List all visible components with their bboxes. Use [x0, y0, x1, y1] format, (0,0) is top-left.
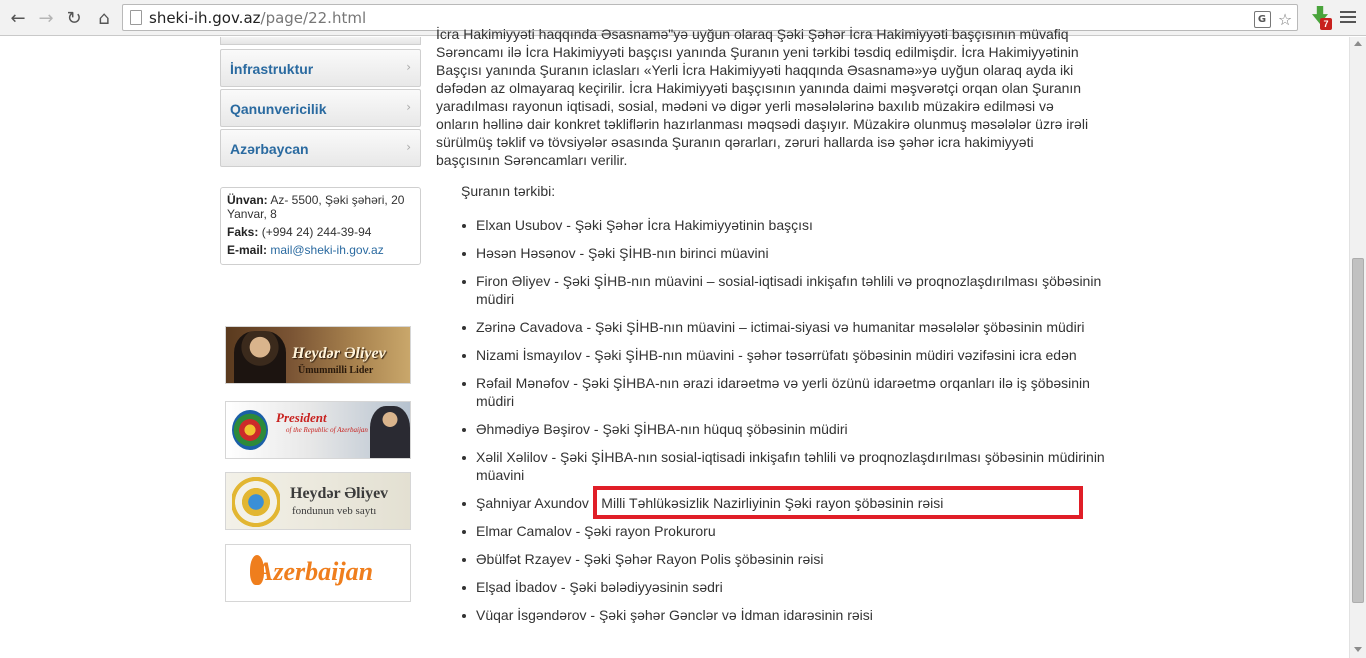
banner-subtitle: Ümummilli Lider [298, 365, 374, 376]
banner-title: President [276, 410, 327, 425]
council-members-list: Elxan Usubov - Şəki Şəhər İcra Hakimiyyə… [462, 216, 1122, 634]
scroll-up-arrow-icon[interactable] [1354, 41, 1362, 46]
heydar-aliyev-foundation-banner[interactable]: Heydər Əliyev fondunun veb saytı [225, 472, 411, 530]
council-heading: Şuranın tərkibi: [461, 183, 556, 199]
email-row: E-mail: mail@sheki-ih.gov.az [227, 243, 414, 257]
sidebar-item-label: Azərbaycan [230, 141, 309, 157]
intro-line: onların həllinə dair konkret təkliflərin… [436, 116, 1089, 132]
address-label: Ünvan: [227, 193, 268, 207]
foundation-logo-icon [232, 477, 280, 527]
chevron-right-icon: › [406, 60, 411, 74]
azerbaijan-banner[interactable]: Azerbaijan [225, 544, 411, 602]
intro-line: İcra Hakimiyyəti haqqında Əsasnamə"yə uy… [436, 26, 1069, 42]
home-icon[interactable]: ⌂ [92, 6, 116, 30]
address-row: Ünvan: Az- 5500, Şəki şəhəri, 20 Yanvar,… [227, 193, 414, 221]
extension-download-icon[interactable]: 7 [1310, 6, 1332, 30]
extension-badge: 7 [1320, 18, 1332, 30]
intro-line: sürülmüş təklif və tövsiyələr əsasında Ş… [436, 134, 1034, 150]
url-text[interactable]: sheki-ih.gov.az/page/22.html [149, 9, 366, 27]
president-photo [370, 406, 410, 458]
heydar-aliyev-banner[interactable]: Heydər Əliyev Ümummilli Lider [225, 326, 411, 384]
sidebar-item-azerbaycan[interactable]: Azərbaycan › [220, 129, 421, 167]
banner-title: Heydər Əliyev [292, 345, 386, 362]
chevron-right-icon: › [406, 100, 411, 114]
list-item: Nizami İsmayılov - Şəki ŞİHB-nın müavini… [462, 346, 1122, 364]
list-item: Xəlil Xəlilov - Şəki ŞİHBA-nın sosial-iq… [462, 448, 1122, 484]
contact-box: Ünvan: Az- 5500, Şəki şəhəri, 20 Yanvar,… [220, 187, 421, 265]
scroll-thumb[interactable] [1352, 258, 1364, 603]
intro-line: yaradılması rayonun iqtisadi, sosial, mə… [436, 98, 1054, 114]
back-arrow-icon[interactable]: ← [6, 6, 30, 30]
sidebar-item-label: İnfrastruktur [230, 61, 314, 77]
list-item: Əbülfət Rzayev - Şəki Şəhər Rayon Polis … [462, 550, 1122, 568]
list-item: Elşad İbadov - Şəki bələdiyyəsinin sədri [462, 578, 1122, 596]
vertical-scrollbar[interactable] [1349, 37, 1366, 658]
banner-subtitle: fondunun veb saytı [292, 505, 377, 517]
intro-line: Başçısı yanında Şuranın iclasları «Yerli… [436, 62, 1074, 78]
list-item: Zərinə Cavadova - Şəki ŞİHB-nın müavini … [462, 318, 1122, 336]
portrait-image [234, 331, 286, 383]
intro-line: Sərəncamı ilə İcra Hakimiyyəti başçısı y… [436, 44, 1079, 60]
scroll-down-arrow-icon[interactable] [1354, 647, 1362, 652]
intro-line: dəfədən az olmayaraq keçirilir. İcra Hak… [436, 80, 1082, 96]
email-link[interactable]: mail@sheki-ih.gov.az [270, 243, 383, 257]
list-item: Həsən Həsənov - Şəki ŞİHB-nın birinci mü… [462, 244, 1122, 262]
page-icon [130, 10, 142, 25]
president-banner[interactable]: President of the Republic of Azerbaijan [225, 401, 411, 459]
sidebar-item-infrastruktur[interactable]: İnfrastruktur › [220, 49, 421, 87]
sidebar-item-qanunvericilik[interactable]: Qanunvericilik › [220, 89, 421, 127]
list-item: Firon Əliyev - Şəki ŞİHB-nın müavini – s… [462, 272, 1122, 308]
browser-menu-icon[interactable] [1340, 11, 1356, 25]
email-label: E-mail: [227, 243, 268, 257]
list-item: Elmar Camalov - Şəki rayon Prokuroru [462, 522, 1122, 540]
list-item: Rəfail Mənəfov - Şəki ŞİHBA-nın ərazi id… [462, 374, 1122, 410]
list-item: Əhmədiyə Bəşirov - Şəki ŞİHBA-nın hüquq … [462, 420, 1122, 438]
fax-row: Faks: (+994 24) 244-39-94 [227, 225, 414, 239]
intro-line: başçısının Sərəncamları verilir. [436, 152, 628, 168]
banner-title: Heydər Əliyev [290, 485, 389, 502]
azerbaijan-emblem-icon [232, 410, 268, 450]
translate-icon[interactable]: G [1253, 10, 1271, 28]
fax-value: (+994 24) 244-39-94 [261, 225, 372, 239]
banner-subtitle: of the Republic of Azerbaijan [286, 426, 368, 434]
bookmark-star-icon[interactable]: ☆ [1276, 10, 1294, 29]
highlight-box [593, 486, 1083, 519]
fax-label: Faks: [227, 225, 259, 239]
sidebar-item-partial[interactable] [220, 37, 421, 45]
intro-paragraph: İcra Hakimiyyəti haqqında Əsasnamə"yə uy… [436, 25, 1112, 169]
sidebar-item-label: Qanunvericilik [230, 101, 327, 117]
chevron-right-icon: › [406, 140, 411, 154]
banner-title: Azerbaijan [256, 557, 374, 586]
forward-arrow-icon[interactable]: → [34, 6, 58, 30]
list-item: Elxan Usubov - Şəki Şəhər İcra Hakimiyyə… [462, 216, 1122, 234]
reload-icon[interactable]: ↻ [62, 6, 86, 30]
list-item: Vüqar İsgəndərov - Şəki şəhər Gənclər və… [462, 606, 1122, 624]
